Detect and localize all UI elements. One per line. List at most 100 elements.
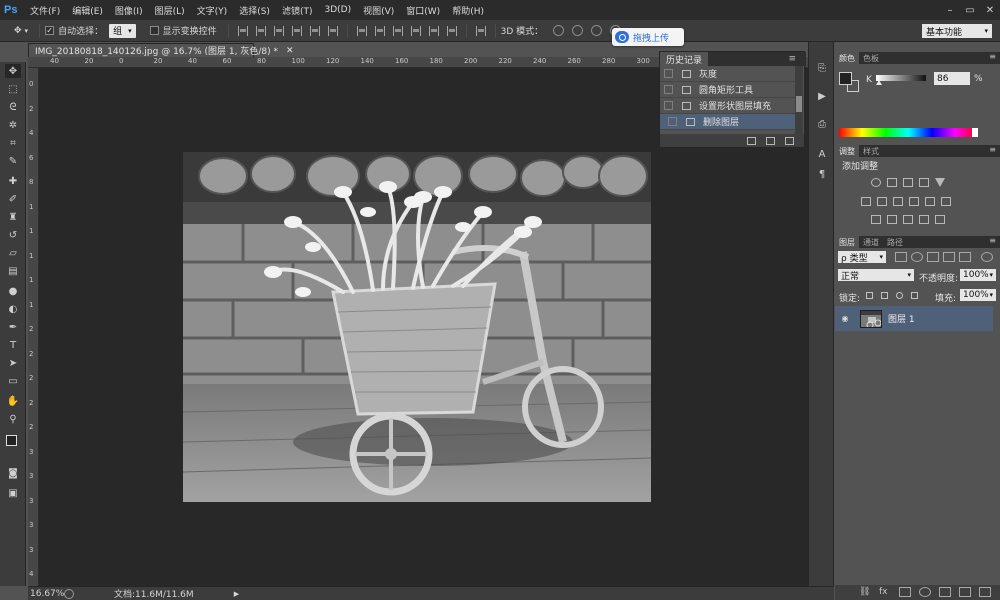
align-right-icon[interactable] (327, 25, 338, 36)
k-slider-thumb[interactable] (876, 80, 882, 85)
channel-mixer-icon[interactable] (925, 197, 935, 206)
actions-panel-icon[interactable]: ▶ (815, 90, 829, 103)
align-vcenter-icon[interactable] (255, 25, 266, 36)
document-image[interactable] (183, 152, 651, 502)
eye-icon[interactable]: ◉ (838, 314, 852, 323)
move-tool-preset[interactable]: ✥ ▾ (14, 26, 28, 36)
hue-saturation-icon[interactable] (861, 197, 871, 206)
close-icon[interactable]: ✕ (980, 0, 1000, 20)
paragraph-panel-icon[interactable]: ¶ (815, 168, 829, 181)
tab-styles[interactable]: 样式 (859, 145, 883, 157)
close-tab-icon[interactable]: ✕ (286, 46, 294, 56)
menu-layer[interactable]: 图层(L) (149, 4, 191, 17)
history-item[interactable]: 圆角矩形工具 (660, 82, 796, 98)
distribute-right-icon[interactable] (446, 25, 457, 36)
shape-tool-icon[interactable]: ▭ (5, 374, 21, 388)
posterize-icon[interactable] (887, 215, 897, 224)
history-snapshot-checkbox[interactable] (664, 85, 673, 94)
path-selection-tool-icon[interactable]: ➤ (5, 356, 21, 370)
panel-menu-icon[interactable]: ≡ (989, 236, 996, 248)
camera-snapshot-icon[interactable] (766, 136, 775, 145)
blur-tool-icon[interactable]: ● (5, 284, 21, 298)
menu-3d[interactable]: 3D(D) (318, 5, 357, 15)
lock-all-icon[interactable] (911, 292, 918, 299)
tab-channels[interactable]: 通道 (859, 236, 883, 248)
distribute-left-icon[interactable] (410, 25, 421, 36)
tab-layers[interactable]: 图层 (835, 236, 859, 248)
color-swatches[interactable] (5, 434, 22, 456)
3d-rotate-icon[interactable] (553, 25, 565, 36)
link-layers-icon[interactable]: ⛓ (859, 587, 871, 597)
history-item[interactable]: 灰度 (660, 66, 796, 82)
distribute-bottom-icon[interactable] (392, 25, 403, 36)
menu-view[interactable]: 视图(V) (357, 4, 400, 17)
history-snapshot-checkbox[interactable] (664, 101, 673, 110)
trash-icon[interactable] (979, 587, 991, 597)
distribute-top-icon[interactable] (356, 25, 367, 36)
history-snapshot-checkbox[interactable] (664, 69, 673, 78)
layer-row-selected[interactable]: ◉ 图层 1 (835, 306, 993, 331)
move-tool-icon[interactable]: ✥ (5, 64, 21, 78)
fx-icon[interactable]: fx (879, 587, 891, 597)
history-scrollbar[interactable] (795, 66, 803, 134)
history-snapshot-checkbox[interactable] (668, 117, 677, 126)
magic-wand-tool-icon[interactable]: ✲ (5, 118, 21, 132)
clone-stamp-tool-icon[interactable]: ♜ (5, 210, 21, 224)
auto-align-icon[interactable] (475, 25, 486, 36)
menu-help[interactable]: 帮助(H) (446, 4, 490, 17)
curves-icon[interactable] (903, 178, 913, 187)
invert-icon[interactable] (871, 215, 881, 224)
panel-menu-icon[interactable]: ≡ (782, 52, 802, 66)
3d-roll-icon[interactable] (572, 25, 584, 36)
tab-swatches[interactable]: 色板 (859, 52, 883, 64)
tab-paths[interactable]: 路径 (883, 236, 907, 248)
eyedropper-tool-icon[interactable]: ✎ (5, 154, 21, 168)
filter-pixel-icon[interactable] (895, 252, 907, 262)
selective-color-icon[interactable] (935, 215, 945, 224)
new-adjustment-layer-icon[interactable] (919, 587, 931, 597)
foreground-color-swatch[interactable] (6, 435, 17, 446)
lock-position-icon[interactable] (896, 292, 903, 299)
trash-icon[interactable] (785, 136, 794, 145)
color-lookup-icon[interactable] (941, 197, 951, 206)
opacity-field[interactable]: 100% ▾ (960, 269, 996, 281)
levels-icon[interactable] (887, 178, 897, 187)
tab-color[interactable]: 颜色 (835, 52, 859, 64)
color-panel-swatches[interactable] (839, 72, 861, 94)
document-tab[interactable]: IMG_20180818_140126.jpg @ 16.7% (图层 1, 灰… (28, 43, 294, 57)
filter-type-icon[interactable] (927, 252, 939, 262)
history-item[interactable]: 设置形状图层填充 (660, 98, 796, 114)
color-balance-icon[interactable] (877, 197, 887, 206)
threshold-icon[interactable] (903, 215, 913, 224)
hand-tool-icon[interactable]: ✋ (5, 394, 21, 408)
character-panel-icon[interactable]: A (815, 148, 829, 161)
zoom-level-field[interactable]: 16.67% (28, 588, 64, 600)
status-menu-arrow-icon[interactable]: ▶ (234, 590, 239, 598)
menu-image[interactable]: 图像(I) (109, 4, 149, 17)
brush-tool-icon[interactable]: ✐ (5, 192, 21, 206)
pen-tool-icon[interactable]: ✒ (5, 320, 21, 334)
panel-menu-icon[interactable]: ≡ (989, 145, 996, 157)
brightness-contrast-icon[interactable] (871, 178, 881, 187)
vibrance-icon[interactable] (935, 178, 945, 187)
black-white-icon[interactable] (893, 197, 903, 206)
marquee-tool-icon[interactable]: ⬚ (5, 82, 21, 96)
menu-file[interactable]: 文件(F) (24, 4, 66, 17)
scroll-thumb[interactable] (796, 96, 802, 112)
exposure-icon[interactable] (919, 178, 929, 187)
distribute-vcenter-icon[interactable] (374, 25, 385, 36)
filter-shape-icon[interactable] (943, 252, 955, 262)
crop-tool-icon[interactable]: ⌗ (5, 136, 21, 150)
3d-pan-icon[interactable] (591, 25, 603, 36)
dodge-tool-icon[interactable]: ◐ (5, 302, 21, 316)
align-top-icon[interactable] (237, 25, 248, 36)
workspace-dropdown[interactable]: 基本功能 ▾ (922, 24, 992, 38)
new-document-from-state-icon[interactable] (747, 136, 756, 145)
history-item-selected[interactable]: 删除图层 (660, 114, 796, 130)
fill-field[interactable]: 100% ▾ (960, 289, 996, 301)
minimize-icon[interactable]: – (940, 0, 960, 20)
new-group-icon[interactable] (939, 587, 951, 597)
properties-panel-icon[interactable]: ⎙ (815, 118, 829, 131)
screen-mode-icon[interactable]: ▣ (5, 486, 21, 500)
distribute-hcenter-icon[interactable] (428, 25, 439, 36)
